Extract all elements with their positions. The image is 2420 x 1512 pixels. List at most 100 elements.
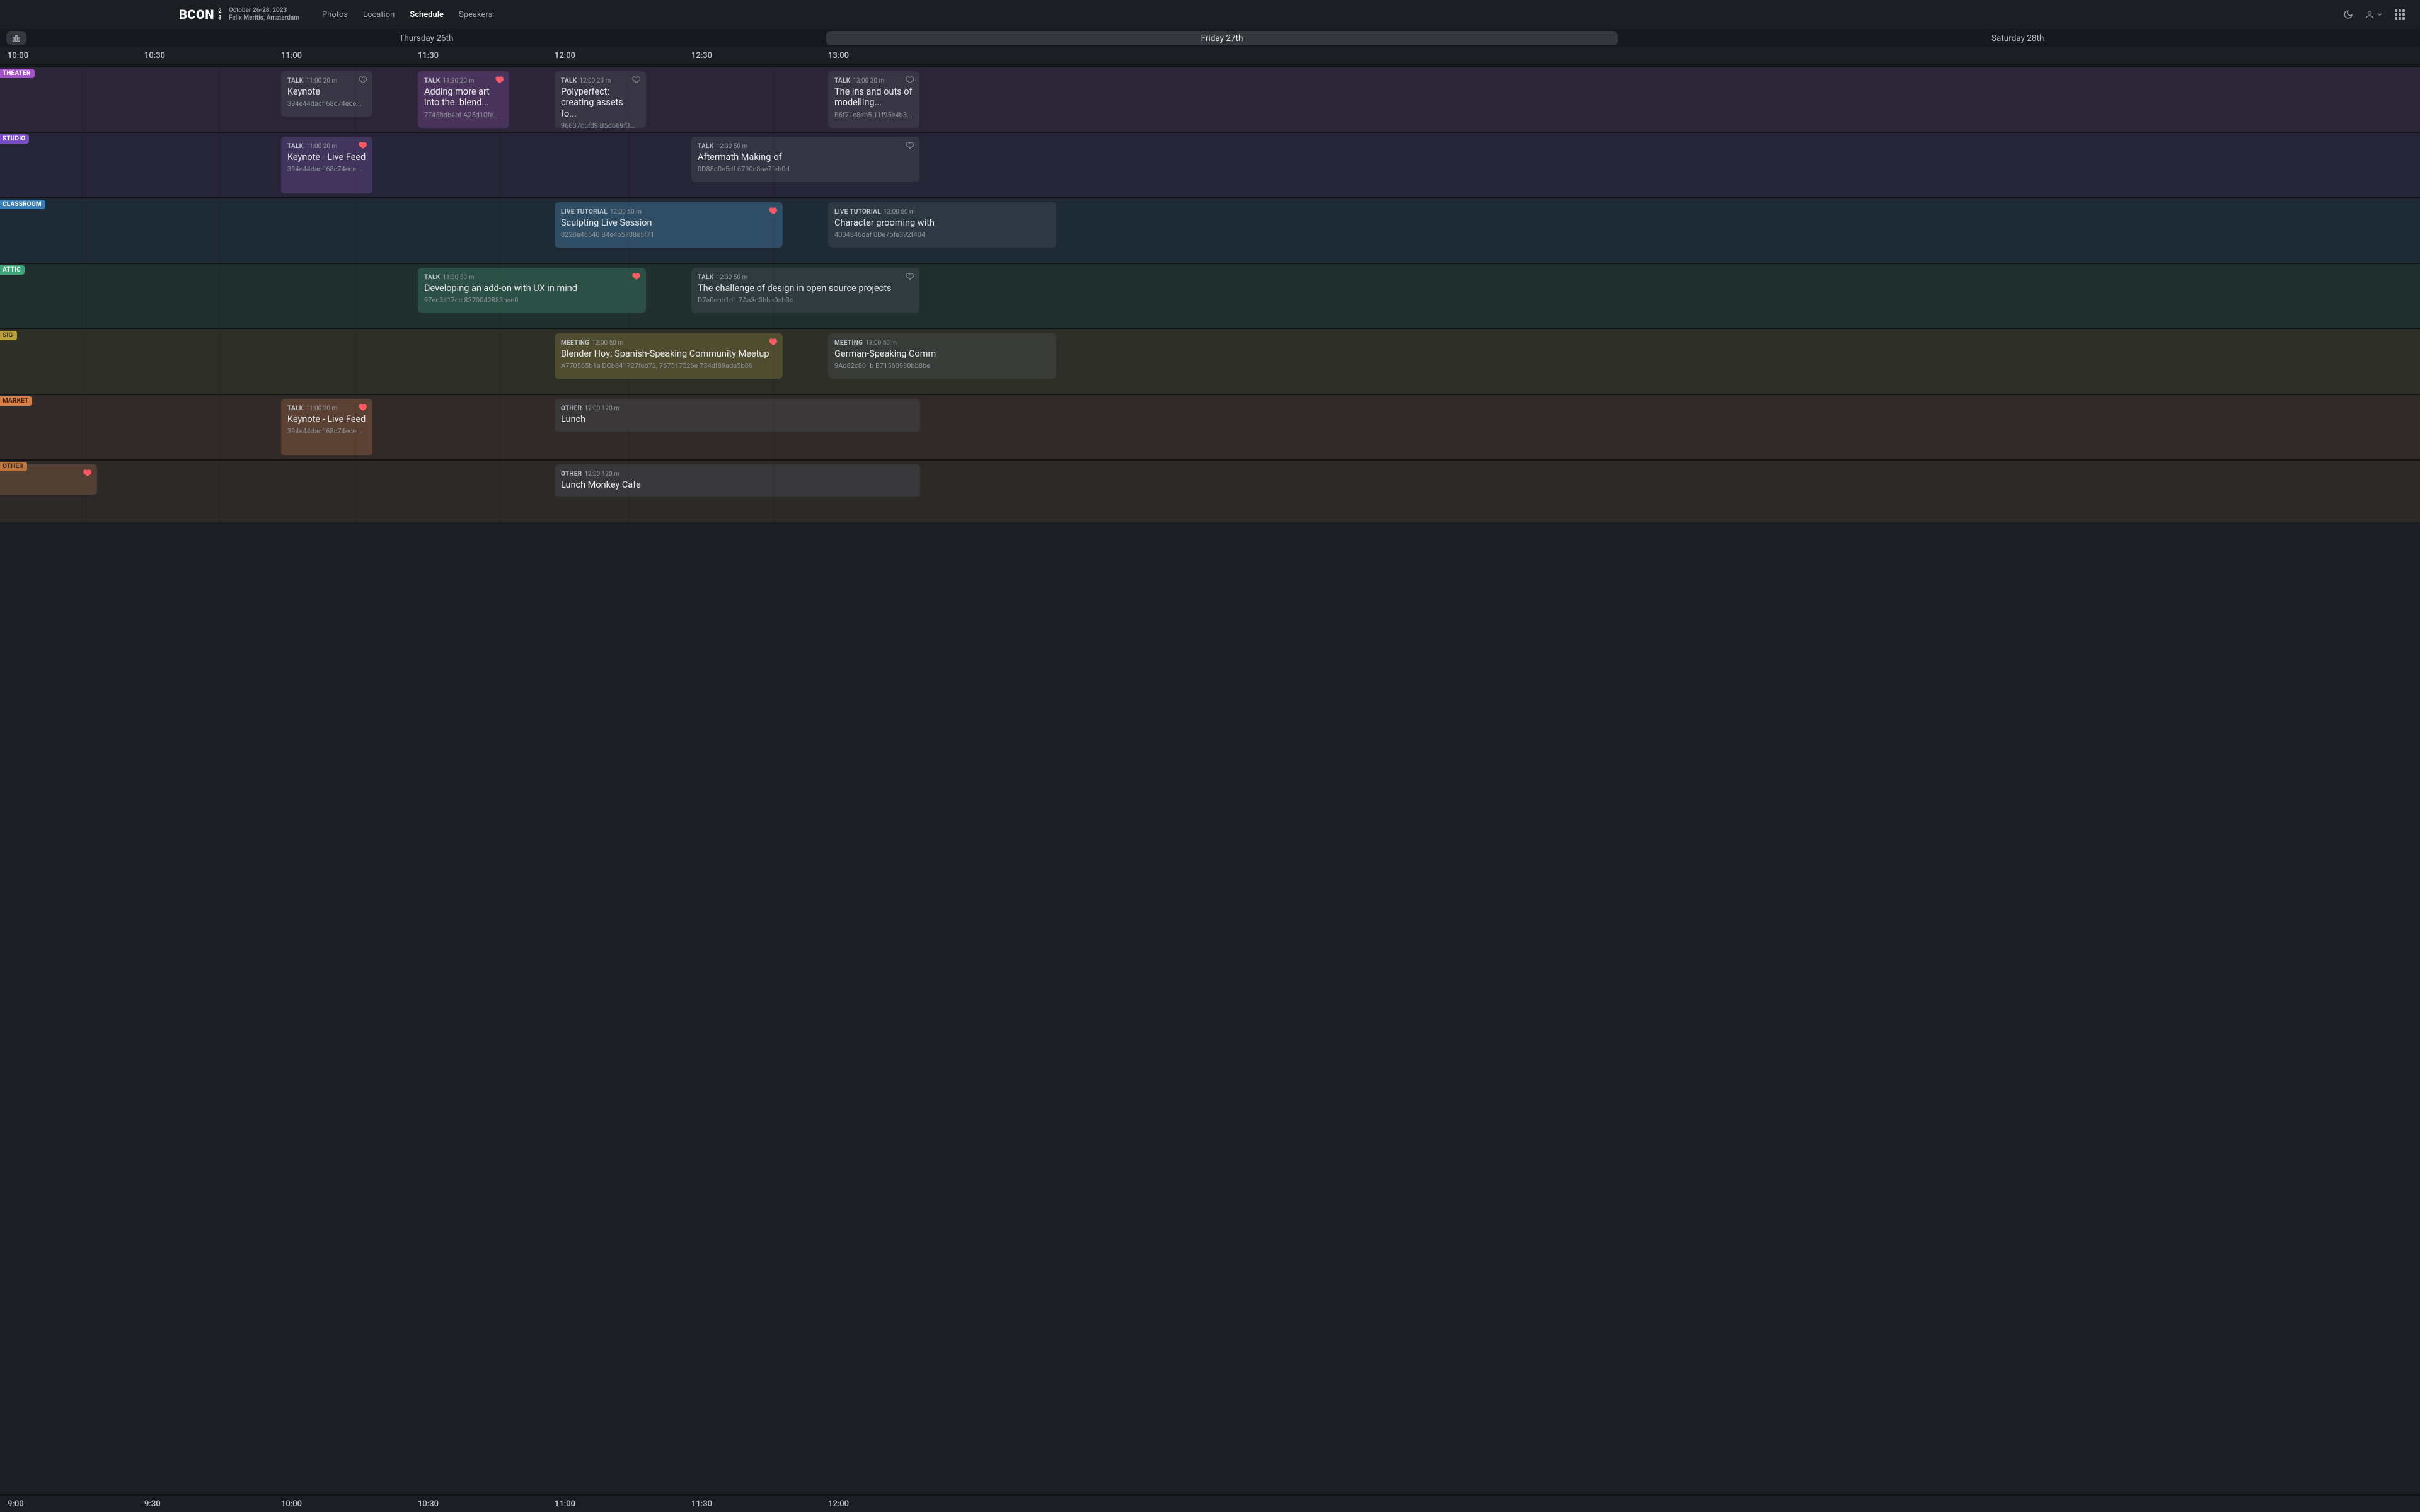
time-offset-button[interactable]	[6, 32, 26, 45]
event-kind: OTHER	[561, 405, 582, 412]
event-kind: MEETING	[834, 340, 863, 346]
event-title: Adding more art into the .blend...	[424, 86, 503, 108]
timeline-tick: 12:00	[555, 47, 575, 64]
favorite-heart-icon[interactable]	[632, 272, 641, 280]
event-card[interactable]: OTHER12:00 120 mLunch Monkey Cafe	[555, 464, 920, 497]
nav-speakers[interactable]: Speakers	[459, 10, 492, 20]
timeline-tick: 12:00	[828, 1496, 849, 1512]
nav-photos[interactable]: Photos	[322, 10, 348, 20]
event-card[interactable]: TALK11:30 50 mDeveloping an add-on with …	[418, 268, 646, 313]
favorite-heart-icon[interactable]	[632, 75, 641, 84]
schedule-grid[interactable]: THEATERTALK11:00 20 mKeynote394e44dacf 6…	[0, 66, 2420, 1512]
event-title: Polyperfect: creating assets fo...	[561, 86, 640, 119]
timeline-tick: 11:30	[418, 47, 439, 64]
event-time: 12:30 50 m	[716, 143, 747, 150]
event-speakers: 394e44dacf 68c74ece...	[287, 427, 366, 435]
logo-date: October 26-28, 2023	[229, 7, 299, 14]
event-card[interactable]: TALK12:00 20 mPolyperfect: creating asse…	[555, 71, 646, 128]
timeline-tick: 10:00	[281, 1496, 302, 1512]
track-classroom: CLASSROOM LIVE TUTORIAL12:00 50 mSculptin…	[0, 197, 2420, 263]
nav-right	[2343, 9, 2405, 20]
day-tab-thursday[interactable]: Thursday 26th	[30, 32, 822, 45]
event-kind: TALK	[834, 77, 850, 84]
track-theater: THEATERTALK11:00 20 mKeynote394e44dacf 6…	[0, 66, 2420, 132]
favorite-heart-icon[interactable]	[359, 75, 367, 84]
room-badge-attic: ATTIC	[0, 265, 25, 275]
track-attic: ATTIC TALK11:30 50 mDeveloping an add-on …	[0, 263, 2420, 328]
event-speakers: D7a0ebb1d1 7Aa3d3bba0ab3c	[698, 296, 913, 304]
event-card[interactable]: MEETING12:00 50 mBlender Hoy: Spanish-Sp…	[555, 333, 783, 379]
track-sig: SIG MEETING12:00 50 mBlender Hoy: Spanish…	[0, 328, 2420, 394]
logo-wrap: BCON 23 October 26-28, 2023 Felix Meriti…	[179, 7, 299, 22]
logo-venue: Felix Meritis, Amsterdam	[229, 14, 299, 22]
event-time: 11:00 20 m	[306, 405, 337, 412]
favorite-heart-icon[interactable]	[769, 206, 778, 215]
room-badge-classroom: CLASSROOM	[0, 200, 45, 209]
event-card[interactable]: TALK11:00 20 m Keynote - Live Feed 394e44d…	[281, 399, 372, 455]
timeline-tick: 10:00	[8, 47, 28, 64]
timeline-tick: 10:30	[418, 1496, 439, 1512]
event-kind: TALK	[698, 143, 713, 150]
logo-text: BCON	[179, 7, 214, 22]
event-speakers: 97ec3417dc 8370042883bae0	[424, 296, 640, 304]
favorite-heart-icon[interactable]	[83, 468, 92, 477]
event-title: Keynote - Live Feed	[287, 414, 366, 425]
event-card[interactable]: TALK11:30 20 mAdding more art into the .…	[418, 71, 509, 128]
day-tab-friday[interactable]: Friday 27th	[826, 32, 1618, 45]
timeline-tick: 11:00	[281, 47, 302, 64]
track-other: OTHER OTHER12:00 120 mLunch Monkey Cafe	[0, 459, 2420, 522]
event-title: Blender Hoy: Spanish-Speaking Community …	[561, 348, 776, 359]
event-time: 11:30 20 m	[442, 77, 474, 84]
event-time: 11:30 50 m	[442, 274, 474, 281]
event-card[interactable]: TALK13:00 20 mThe ins and outs of modell…	[828, 71, 919, 128]
timeline-tick: 10:30	[144, 47, 165, 64]
favorite-heart-icon[interactable]	[906, 140, 914, 149]
event-kind: MEETING	[561, 340, 589, 346]
event-card[interactable]: OTHER12:00 120 mLunch	[555, 399, 920, 432]
room-badge-market: MARKET	[0, 396, 32, 406]
favorite-heart-icon[interactable]	[906, 75, 914, 84]
event-title: Keynote - Live Feed	[287, 152, 366, 163]
favorite-heart-icon[interactable]	[359, 140, 367, 149]
favorite-heart-icon[interactable]	[359, 403, 367, 411]
event-card[interactable]: TALK11:00 20 mKeynote394e44dacf 68c74ece…	[281, 71, 372, 117]
event-time: 11:00 20 m	[306, 77, 337, 84]
event-speakers: 0D88d0e5df 6790c8ae7feb0d	[698, 165, 913, 173]
event-time: 12:00 50 m	[610, 209, 642, 215]
event-card[interactable]: MEETING13:00 50 mGerman-Speaking Comm9Ad…	[828, 333, 1056, 379]
event-title: Character grooming with	[834, 217, 1050, 228]
top-nav: BCON 23 October 26-28, 2023 Felix Meriti…	[0, 0, 2420, 29]
timeline-tick: 11:00	[555, 1496, 575, 1512]
event-time: 12:30 50 m	[716, 274, 747, 281]
room-badge-sig: SIG	[0, 331, 17, 340]
event-card[interactable]: TALK12:30 50 mAftermath Making-of0D88d0e…	[691, 137, 919, 182]
nav-location[interactable]: Location	[363, 10, 395, 20]
event-kind: TALK	[287, 77, 303, 84]
timeline-bottom: 9:009:3010:0010:3011:0011:3012:00	[0, 1494, 2420, 1512]
event-card[interactable]: TALK12:30 50 mThe challenge of design in…	[691, 268, 919, 313]
event-card[interactable]: LIVE TUTORIAL12:00 50 mSculpting Live Se…	[555, 202, 783, 248]
logo[interactable]: BCON 23	[179, 7, 222, 22]
event-time: 11:00 20 m	[306, 143, 337, 150]
event-card[interactable]: TALK11:00 20 mKeynote - Live Feed394e44d…	[281, 137, 372, 193]
event-speakers: 9Ad82c801b B71560980bb8be	[834, 362, 1050, 370]
app-grid-icon[interactable]	[2395, 9, 2405, 20]
event-title: Lunch Monkey Cafe	[561, 479, 914, 490]
user-menu[interactable]	[2365, 9, 2383, 20]
event-kind: TALK	[287, 405, 303, 412]
event-card[interactable]: LIVE TUTORIAL13:00 50 mCharacter groomin…	[828, 202, 1056, 248]
day-tab-saturday[interactable]: Saturday 28th	[1622, 32, 2414, 45]
logo-meta: October 26-28, 2023 Felix Meritis, Amste…	[229, 7, 299, 22]
track-market: MARKET TALK11:00 20 m Keynote - Live Feed 3…	[0, 394, 2420, 459]
favorite-heart-icon[interactable]	[906, 272, 914, 280]
room-badge-other: OTHER	[0, 462, 27, 471]
theme-toggle-icon[interactable]	[2343, 9, 2353, 20]
event-title: Lunch	[561, 414, 914, 425]
nav-schedule[interactable]: Schedule	[410, 10, 444, 20]
room-badge-studio: STUDIO	[0, 134, 29, 144]
favorite-heart-icon[interactable]	[769, 337, 778, 346]
timeline-tick: 9:00	[8, 1496, 24, 1512]
favorite-heart-icon[interactable]	[495, 75, 504, 84]
event-time: 13:00 20 m	[853, 77, 884, 84]
event-time: 12:00 120 m	[584, 471, 619, 478]
